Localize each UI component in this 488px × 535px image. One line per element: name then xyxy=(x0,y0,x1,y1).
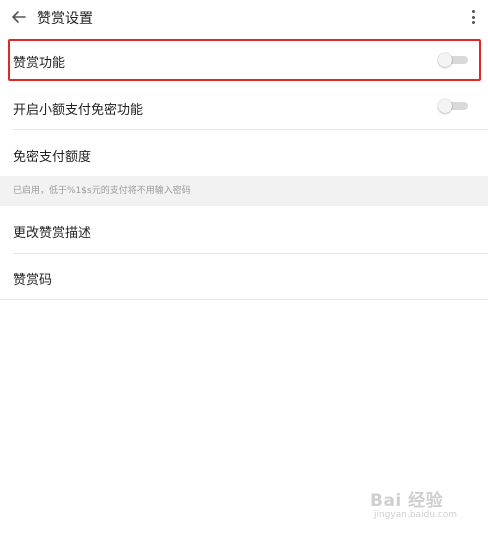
page-title: 赞赏设置 xyxy=(37,11,93,27)
setting-label-limit: 免密支付额度 xyxy=(13,150,92,165)
setting-label-micro-pay: 开启小额支付免密功能 xyxy=(13,103,144,118)
hint-section: 已启用，低于%1$s元的支付将不用输入密码 xyxy=(0,176,488,206)
watermark-main: Bai 经验 xyxy=(370,491,444,511)
divider xyxy=(0,299,488,300)
setting-label-change-desc: 更改赞赏描述 xyxy=(13,226,92,241)
arrow-left-icon[interactable] xyxy=(8,6,30,28)
baidu-jingyan-watermark: Bai 经验 jingyan.baidu.com xyxy=(370,486,465,526)
highlight-annotation-box xyxy=(8,39,481,81)
micro-pay-toggle[interactable] xyxy=(438,99,468,113)
hint-text: 已启用，低于%1$s元的支付将不用输入密码 xyxy=(13,186,191,196)
setting-row-reward-code[interactable]: 赞赏码 xyxy=(0,254,488,299)
setting-label-reward-code: 赞赏码 xyxy=(13,273,53,288)
setting-row-change-desc[interactable]: 更改赞赏描述 xyxy=(0,207,488,253)
more-vertical-icon[interactable] xyxy=(466,7,480,27)
setting-row-limit[interactable]: 免密支付额度 xyxy=(0,130,488,176)
watermark-url: jingyan.baidu.com xyxy=(374,510,458,520)
toggle-knob xyxy=(438,99,452,113)
top-app-bar: 赞赏设置 xyxy=(0,0,488,36)
setting-row-micro-pay[interactable]: 开启小额支付免密功能 xyxy=(0,84,488,129)
